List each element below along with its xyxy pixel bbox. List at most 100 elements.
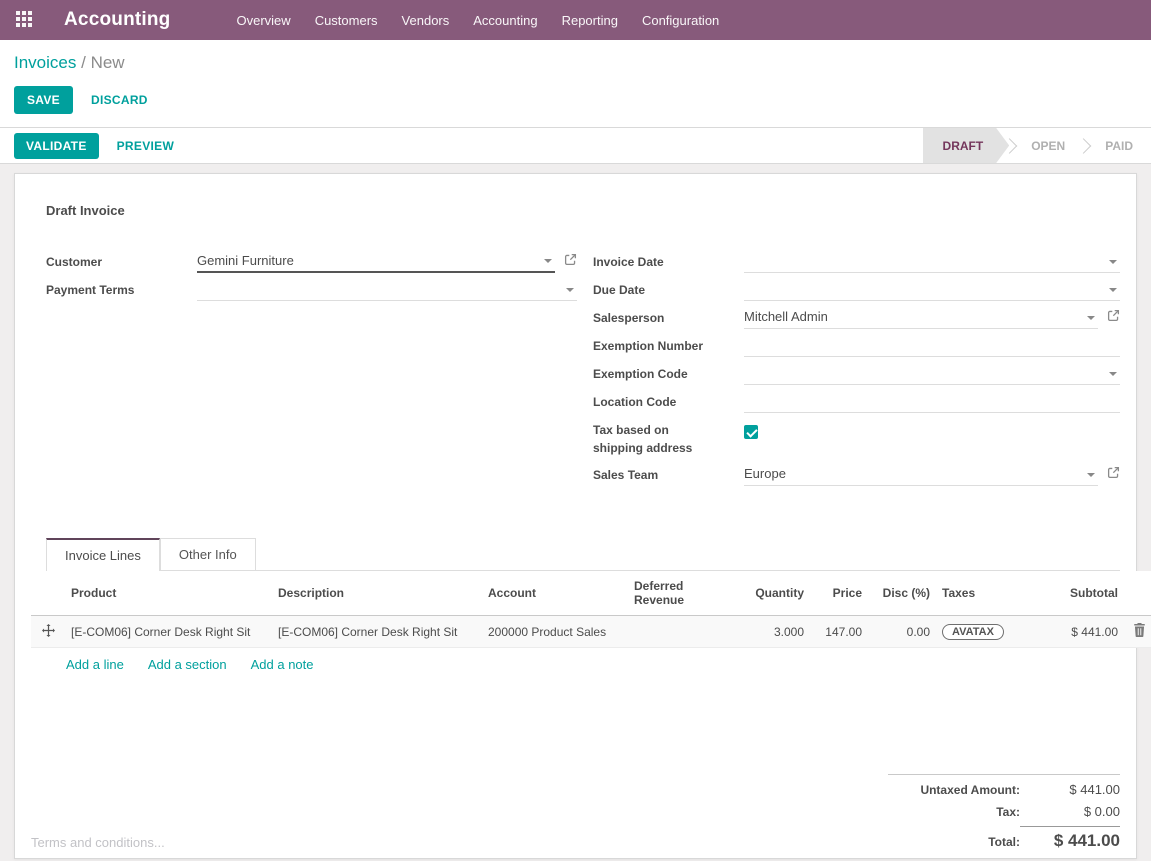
cell-discount[interactable]: 0.00 <box>868 616 936 648</box>
exemption-number-label: Exemption Number <box>593 333 744 355</box>
total-row: Total: $ 441.00 <box>888 826 1120 851</box>
cell-price[interactable]: 147.00 <box>810 616 868 648</box>
menu-configuration[interactable]: Configuration <box>634 7 727 34</box>
salesperson-label: Salesperson <box>593 305 744 327</box>
payment-terms-label: Payment Terms <box>46 277 197 299</box>
cell-quantity[interactable]: 3.000 <box>740 616 810 648</box>
untaxed-amount-label: Untaxed Amount: <box>920 783 1020 797</box>
field-grid: Customer Gemini Furniture Payment Terms <box>46 249 1120 490</box>
dropdown-caret-icon[interactable] <box>1087 473 1095 477</box>
record-actions: SAVE DISCARD <box>14 86 1135 114</box>
tab-invoice-lines[interactable]: Invoice Lines <box>46 538 160 571</box>
external-link-icon[interactable] <box>1107 309 1120 325</box>
salesperson-input[interactable]: Mitchell Admin <box>744 305 1098 329</box>
invoice-date-label: Invoice Date <box>593 249 744 271</box>
main-menu: Overview Customers Vendors Accounting Re… <box>229 7 728 34</box>
untaxed-amount-row: Untaxed Amount: $ 441.00 <box>888 782 1120 797</box>
status-step-paid[interactable]: PAID <box>1083 128 1151 163</box>
due-date-input[interactable] <box>744 277 1120 301</box>
col-price[interactable]: Price <box>810 571 868 616</box>
invoice-date-input[interactable] <box>744 249 1120 273</box>
field-location-code: Location Code <box>593 389 1120 416</box>
col-quantity[interactable]: Quantity <box>740 571 810 616</box>
drag-handle-icon[interactable] <box>42 624 55 640</box>
cell-subtotal: $ 441.00 <box>1028 616 1124 648</box>
col-taxes[interactable]: Taxes <box>936 571 1028 616</box>
due-date-label: Due Date <box>593 277 744 299</box>
dropdown-caret-icon[interactable] <box>1109 372 1117 376</box>
invoice-lines-table: Product Description Account Deferred Rev… <box>31 571 1151 648</box>
tax-shipping-checkbox[interactable] <box>744 425 758 439</box>
status-steps: DRAFT OPEN PAID <box>923 128 1151 163</box>
dropdown-caret-icon[interactable] <box>1109 260 1117 264</box>
table-row[interactable]: [E-COM06] Corner Desk Right Sit [E-COM06… <box>31 616 1151 648</box>
breadcrumb-invoices-link[interactable]: Invoices <box>14 53 76 72</box>
col-subtotal[interactable]: Subtotal <box>1028 571 1124 616</box>
customer-input[interactable]: Gemini Furniture <box>197 249 555 273</box>
statusbar: VALIDATE PREVIEW DRAFT OPEN PAID <box>0 127 1151 164</box>
exemption-number-input[interactable] <box>744 333 1120 357</box>
add-a-note-link[interactable]: Add a note <box>251 657 314 672</box>
col-product[interactable]: Product <box>65 571 272 616</box>
delete-line-icon[interactable] <box>1133 623 1146 640</box>
tax-label: Tax: <box>996 805 1020 819</box>
tax-shipping-label: Tax based on shipping address <box>593 417 728 457</box>
menu-vendors[interactable]: Vendors <box>394 7 458 34</box>
sales-team-input[interactable]: Europe <box>744 462 1098 486</box>
cell-product[interactable]: [E-COM06] Corner Desk Right Sit <box>65 616 272 648</box>
total-value: $ 441.00 <box>1020 826 1120 851</box>
apps-menu-icon[interactable] <box>16 11 34 29</box>
discard-button[interactable]: DISCARD <box>81 86 158 114</box>
menu-accounting[interactable]: Accounting <box>465 7 545 34</box>
customer-label: Customer <box>46 249 197 271</box>
field-sales-team: Sales Team Europe <box>593 462 1120 489</box>
col-deferred-revenue[interactable]: Deferred Revenue <box>628 571 740 616</box>
field-tax-shipping: Tax based on shipping address <box>593 417 1120 461</box>
right-field-group: Invoice Date Due Date Salesperson <box>593 249 1120 490</box>
cell-account[interactable]: 200000 Product Sales <box>482 616 628 648</box>
terms-and-conditions-input[interactable] <box>31 835 671 850</box>
status-step-open[interactable]: OPEN <box>1009 128 1083 163</box>
add-a-section-link[interactable]: Add a section <box>148 657 227 672</box>
col-account[interactable]: Account <box>482 571 628 616</box>
table-header-row: Product Description Account Deferred Rev… <box>31 571 1151 616</box>
tax-badge[interactable]: AVATAX <box>942 624 1004 640</box>
field-due-date: Due Date <box>593 277 1120 304</box>
save-button[interactable]: SAVE <box>14 86 73 114</box>
location-code-label: Location Code <box>593 389 744 411</box>
menu-reporting[interactable]: Reporting <box>554 7 626 34</box>
line-footer-links: Add a line Add a section Add a note <box>31 648 1120 681</box>
field-customer: Customer Gemini Furniture <box>46 249 577 276</box>
status-step-draft[interactable]: DRAFT <box>923 128 1010 163</box>
breadcrumb-separator: / <box>81 53 86 72</box>
dropdown-caret-icon[interactable] <box>1087 316 1095 320</box>
dropdown-caret-icon[interactable] <box>1109 288 1117 292</box>
external-link-icon[interactable] <box>1107 466 1120 482</box>
exemption-code-input[interactable] <box>744 361 1120 385</box>
payment-terms-input[interactable] <box>197 277 577 301</box>
menu-overview[interactable]: Overview <box>229 7 299 34</box>
preview-button[interactable]: PREVIEW <box>107 132 184 160</box>
control-panel: Invoices / New SAVE DISCARD <box>0 40 1151 127</box>
col-discount[interactable]: Disc (%) <box>868 571 936 616</box>
col-description[interactable]: Description <box>272 571 482 616</box>
dropdown-caret-icon[interactable] <box>566 288 574 292</box>
menu-customers[interactable]: Customers <box>307 7 386 34</box>
field-payment-terms: Payment Terms <box>46 277 577 304</box>
dropdown-caret-icon[interactable] <box>544 259 552 263</box>
cell-deferred-revenue[interactable] <box>628 616 740 648</box>
validate-button[interactable]: VALIDATE <box>14 133 99 159</box>
field-invoice-date: Invoice Date <box>593 249 1120 276</box>
exemption-code-label: Exemption Code <box>593 361 744 383</box>
tax-value: $ 0.00 <box>1020 804 1120 819</box>
cell-description[interactable]: [E-COM06] Corner Desk Right Sit <box>272 616 482 648</box>
external-link-icon[interactable] <box>564 253 577 269</box>
invoice-form-sheet: Draft Invoice Customer Gemini Furniture … <box>14 173 1137 859</box>
untaxed-amount-value: $ 441.00 <box>1020 782 1120 797</box>
add-a-line-link[interactable]: Add a line <box>66 657 124 672</box>
app-brand-title[interactable]: Accounting <box>64 9 171 31</box>
location-code-input[interactable] <box>744 389 1120 413</box>
field-exemption-number: Exemption Number <box>593 333 1120 360</box>
cell-taxes[interactable]: AVATAX <box>936 616 1028 648</box>
tab-other-info[interactable]: Other Info <box>160 538 256 570</box>
